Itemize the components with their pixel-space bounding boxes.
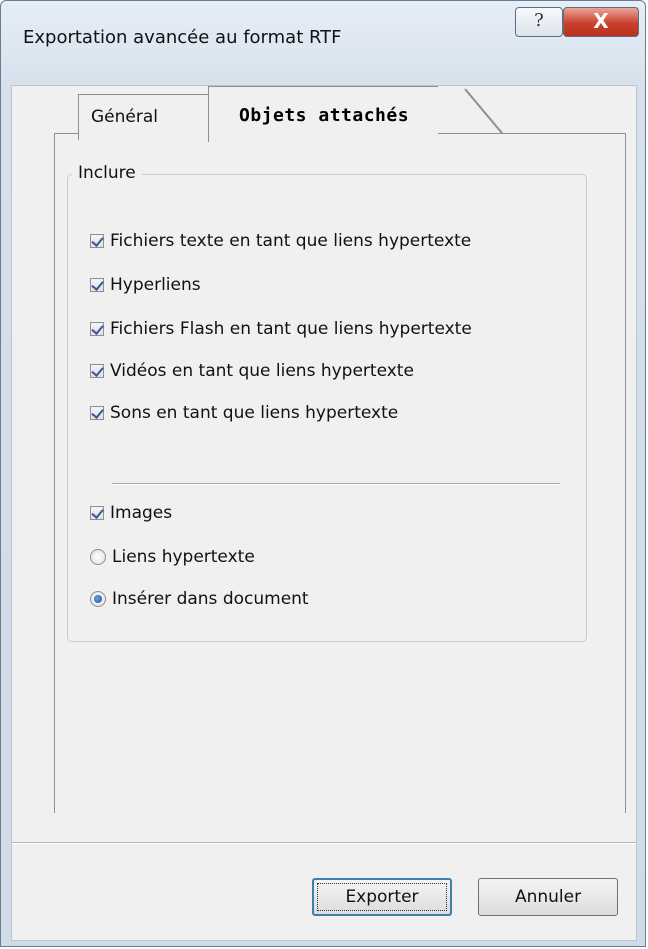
tab-edge — [464, 88, 504, 135]
export-rtf-dialog: Exportation avancée au format RTF ? X In… — [0, 0, 646, 947]
checkbox-label: Sons en tant que liens hypertexte — [110, 403, 399, 423]
footer-divider — [12, 842, 636, 844]
window-title: Exportation avancée au format RTF — [23, 27, 342, 48]
radio-label: Liens hypertexte — [112, 547, 255, 567]
focus-rectangle — [317, 883, 447, 911]
checkbox-checked-icon[interactable] — [90, 278, 104, 292]
help-button[interactable]: ? — [515, 7, 563, 37]
tab-objets-label: Objets attachés — [239, 105, 410, 126]
radio-inserer-document[interactable]: Insérer dans document — [90, 585, 309, 613]
include-group-legend: Inclure — [72, 163, 142, 183]
tab-general-label: Général — [91, 107, 158, 127]
include-groupbox: Inclure Fichiers texte en tant que liens… — [67, 163, 587, 642]
checkbox-checked-icon[interactable] — [90, 234, 104, 248]
checkbox-checked-icon[interactable] — [90, 406, 104, 420]
checkbox-images[interactable]: Images — [90, 499, 172, 527]
title-bar: Exportation avancée au format RTF ? X — [1, 1, 645, 85]
cancel-button[interactable]: Annuler — [478, 878, 618, 916]
checkbox-label: Fichiers Flash en tant que liens hyperte… — [110, 319, 472, 339]
checkbox-sons[interactable]: Sons en tant que liens hypertexte — [90, 399, 398, 427]
checkbox-checked-icon[interactable] — [90, 506, 104, 520]
cancel-button-label: Annuler — [514, 887, 582, 907]
radio-selected-icon[interactable] — [90, 591, 106, 607]
checkbox-label: Images — [110, 503, 173, 523]
help-icon: ? — [534, 10, 544, 31]
export-button[interactable]: Exporter — [312, 878, 452, 916]
checkbox-label: Hyperliens — [110, 275, 201, 295]
checkbox-hyperliens[interactable]: Hyperliens — [90, 271, 201, 299]
radio-liens-hypertexte[interactable]: Liens hypertexte — [90, 543, 255, 571]
checkbox-videos[interactable]: Vidéos en tant que liens hypertexte — [90, 357, 414, 385]
close-icon: X — [593, 9, 609, 33]
checkbox-fichiers-flash[interactable]: Fichiers Flash en tant que liens hyperte… — [90, 315, 472, 343]
tab-general[interactable]: Général — [78, 94, 235, 140]
dialog-content: Inclure Fichiers texte en tant que liens… — [11, 85, 637, 941]
radio-unselected-icon[interactable] — [90, 549, 106, 565]
tab-panel-objets-attaches: Inclure Fichiers texte en tant que liens… — [54, 133, 626, 813]
radio-label: Insérer dans document — [112, 589, 309, 609]
group-divider — [112, 483, 560, 485]
checkbox-label: Fichiers texte en tant que liens hyperte… — [110, 231, 472, 251]
tab-objets-attaches[interactable]: Objets attachés — [208, 86, 504, 142]
close-button[interactable]: X — [563, 7, 639, 37]
checkbox-checked-icon[interactable] — [90, 364, 104, 378]
checkbox-fichiers-texte[interactable]: Fichiers texte en tant que liens hyperte… — [90, 227, 471, 255]
checkbox-label: Vidéos en tant que liens hypertexte — [110, 361, 414, 381]
checkbox-checked-icon[interactable] — [90, 322, 104, 336]
